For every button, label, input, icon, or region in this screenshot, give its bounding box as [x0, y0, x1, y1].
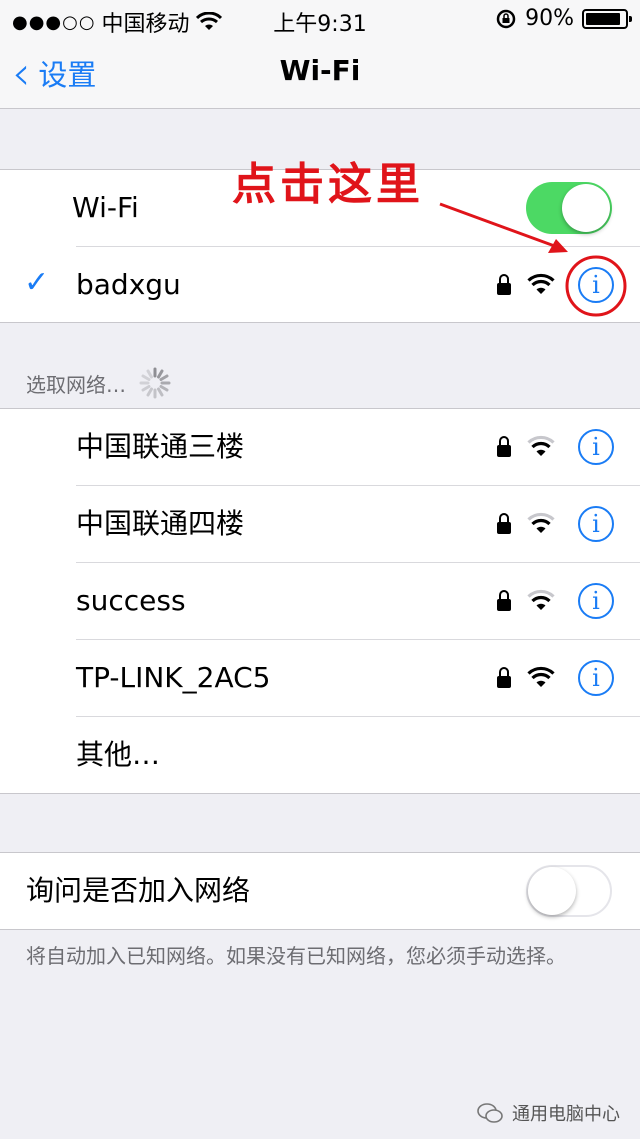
- battery-icon: [582, 8, 632, 29]
- lock-icon: [497, 436, 511, 457]
- network-row[interactable]: 中国联通三楼 i: [0, 409, 640, 485]
- lock-icon: [497, 667, 511, 688]
- wifi-signal-icon: [527, 512, 555, 533]
- info-icon[interactable]: i: [578, 660, 614, 696]
- ask-to-join-label: 询问是否加入网络: [26, 874, 251, 907]
- battery-percent: 90%: [525, 6, 574, 31]
- status-right: 90%: [495, 6, 632, 31]
- lock-icon: [497, 513, 511, 534]
- ask-to-join-toggle[interactable]: [526, 865, 612, 917]
- ask-to-join-row: 询问是否加入网络: [0, 853, 640, 929]
- wifi-signal-icon: [527, 589, 555, 610]
- status-bar: ●●●○○ 中国移动 上午9:31 90%: [0, 0, 640, 40]
- other-network-label: 其他…: [76, 738, 161, 771]
- wifi-signal-icon: [527, 666, 555, 687]
- annotation-arrow: [439, 202, 561, 250]
- network-name: success: [76, 584, 186, 617]
- network-row[interactable]: success i: [0, 563, 640, 639]
- other-network-row[interactable]: 其他…: [0, 717, 640, 793]
- network-name: 中国联通三楼: [76, 430, 245, 463]
- choose-network-label: 选取网络…: [26, 372, 126, 397]
- network-name: TP-LINK_2AC5: [76, 661, 271, 694]
- page-title: Wi-Fi: [279, 54, 361, 87]
- network-name: 中国联通四楼: [76, 507, 245, 540]
- lock-icon: [497, 590, 511, 611]
- wechat-icon: [477, 1103, 503, 1123]
- watermark: 通用电脑中心: [476, 1100, 620, 1126]
- network-row[interactable]: TP-LINK_2AC5 i: [0, 640, 640, 716]
- ask-to-join-group: 询问是否加入网络: [0, 852, 640, 930]
- highlight-circle: [565, 255, 627, 317]
- info-icon[interactable]: i: [578, 506, 614, 542]
- loading-spinner-icon: [139, 367, 171, 399]
- rotation-lock-icon: [496, 9, 516, 28]
- ask-to-join-footer: 将自动加入已知网络。如果没有已知网络，您必须手动选择。: [26, 944, 566, 968]
- info-icon[interactable]: i: [578, 583, 614, 619]
- network-row[interactable]: 中国联通四楼 i: [0, 486, 640, 562]
- wifi-signal-icon: [527, 435, 555, 456]
- info-icon[interactable]: i: [578, 429, 614, 465]
- navigation-bar: ‹ 设置 Wi-Fi: [0, 40, 640, 109]
- annotation-text: 点击这里: [232, 159, 424, 210]
- watermark-text: 通用电脑中心: [512, 1104, 620, 1125]
- network-list: 中国联通三楼 i 中国联通四楼 i success i TP-LINK_2AC5: [0, 408, 640, 794]
- choose-network-header: 选取网络…: [26, 366, 172, 400]
